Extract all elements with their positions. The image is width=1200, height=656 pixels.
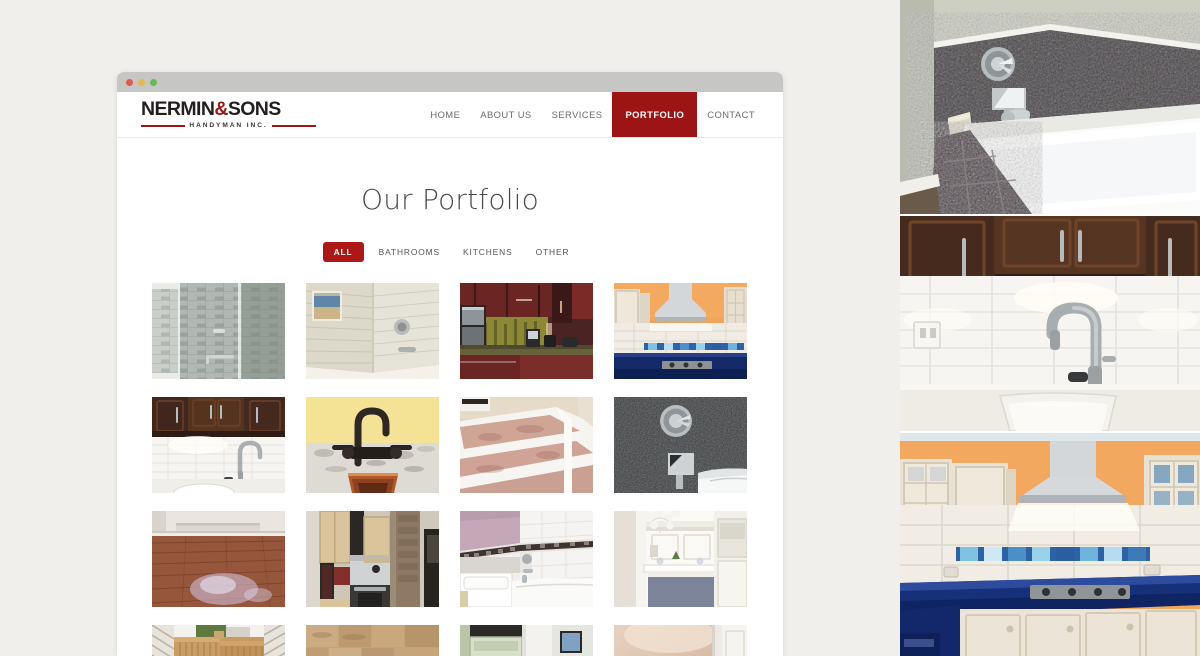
logo-wordmark: NERMIN&SONS bbox=[141, 97, 316, 120]
portfolio-thumb-dark-stone-tub-surround[interactable] bbox=[614, 396, 747, 493]
portfolio-grid bbox=[152, 282, 748, 656]
minimize-window-button[interactable] bbox=[138, 78, 145, 86]
nav-item-contact[interactable]: CONTACT bbox=[697, 92, 765, 137]
thumb-art bbox=[152, 396, 285, 493]
thumb-art bbox=[460, 510, 593, 607]
portfolio-filter-bar: ALL BATHROOMS KITCHENS OTHER bbox=[117, 241, 783, 262]
portfolio-thumb-white-millwork-mantel[interactable] bbox=[614, 510, 747, 607]
portfolio-thumb-orange-wall-kitchen-range-hood[interactable] bbox=[614, 282, 747, 379]
thumb-art bbox=[460, 396, 593, 493]
portfolio-thumb-grey-tile-shower-glass-door[interactable] bbox=[152, 282, 285, 379]
thumb-art bbox=[152, 282, 285, 379]
thumb-art bbox=[460, 282, 593, 379]
portfolio-thumb-modern-light-wood-kitchen[interactable] bbox=[306, 510, 439, 607]
portfolio-thumb-green-bathroom-pedestal-sink[interactable] bbox=[460, 624, 593, 656]
portfolio-thumb-wooden-fence-gate[interactable] bbox=[152, 624, 285, 656]
logo-word-sons: SONS bbox=[227, 97, 281, 120]
screenshot-stage: NERMIN&SONS HANDYMAN INC. HOME ABOUT US … bbox=[0, 0, 1200, 656]
thumb-art bbox=[614, 282, 747, 379]
photo-art bbox=[900, 0, 1200, 214]
nav-item-services[interactable]: SERVICES bbox=[542, 92, 613, 137]
thumb-art bbox=[306, 624, 439, 656]
right-photo-panel bbox=[900, 0, 1200, 656]
thumb-art bbox=[614, 510, 747, 607]
photo-art bbox=[900, 433, 1200, 656]
thumb-art bbox=[306, 282, 439, 379]
maximize-window-button[interactable] bbox=[150, 78, 157, 86]
browser-viewport: NERMIN&SONS HANDYMAN INC. HOME ABOUT US … bbox=[117, 92, 783, 656]
portfolio-thumb-hardwood-floor-room[interactable] bbox=[152, 510, 285, 607]
portfolio-thumb-travertine-shower-wall[interactable] bbox=[306, 624, 439, 656]
logo-word-nermin: NERMIN bbox=[141, 97, 215, 120]
logo-subtitle-row: HANDYMAN INC. bbox=[141, 122, 316, 129]
logo-rule-left bbox=[141, 124, 186, 127]
page-body: Our Portfolio ALL BATHROOMS KITCHENS OTH… bbox=[117, 138, 783, 656]
thumb-art bbox=[306, 396, 439, 493]
portfolio-thumb-cherry-cabinet-kitchen[interactable] bbox=[460, 282, 593, 379]
nav-item-about-us[interactable]: ABOUT US bbox=[470, 92, 541, 137]
site-logo[interactable]: NERMIN&SONS HANDYMAN INC. bbox=[117, 92, 316, 137]
logo-rule-right bbox=[271, 124, 316, 127]
portfolio-thumb-tiled-stairs-white-trim[interactable] bbox=[460, 396, 593, 493]
browser-window: NERMIN&SONS HANDYMAN INC. HOME ABOUT US … bbox=[117, 72, 783, 656]
site-header: NERMIN&SONS HANDYMAN INC. HOME ABOUT US … bbox=[117, 92, 783, 138]
photo-cream-kitchen-blue-counter-glass-stripe bbox=[900, 431, 1200, 656]
photo-art bbox=[900, 216, 1200, 431]
filter-bathrooms[interactable]: BATHROOMS bbox=[371, 242, 448, 262]
thumb-art bbox=[614, 624, 747, 656]
close-window-button[interactable] bbox=[126, 78, 133, 86]
page-title: Our Portfolio bbox=[361, 182, 539, 216]
thumb-art bbox=[614, 396, 747, 493]
portfolio-thumb-beige-wall-white-door[interactable] bbox=[614, 624, 747, 656]
photo-dark-cabinet-kitchen-sink-subway-tile bbox=[900, 214, 1200, 431]
browser-titlebar bbox=[117, 72, 783, 92]
main-navigation: HOME ABOUT US SERVICES PORTFOLIO CONTACT bbox=[420, 92, 783, 137]
thumb-art bbox=[306, 510, 439, 607]
portfolio-thumb-dark-cabinets-subway-backsplash[interactable] bbox=[152, 396, 285, 493]
photo-white-bathtub-dark-stone-surround bbox=[900, 0, 1200, 214]
portfolio-thumb-cream-tile-shower-niche[interactable] bbox=[306, 282, 439, 379]
filter-all[interactable]: ALL bbox=[322, 241, 364, 262]
portfolio-thumb-copper-sink-bronze-faucet[interactable] bbox=[306, 396, 439, 493]
logo-ampersand: & bbox=[214, 97, 228, 120]
portfolio-thumb-mosaic-border-bathroom-tub[interactable] bbox=[460, 510, 593, 607]
thumb-art bbox=[152, 510, 285, 607]
filter-other[interactable]: OTHER bbox=[528, 242, 578, 262]
filter-kitchens[interactable]: KITCHENS bbox=[455, 242, 521, 262]
thumb-art bbox=[460, 624, 593, 656]
nav-item-home[interactable]: HOME bbox=[420, 92, 470, 137]
logo-subtitle: HANDYMAN INC. bbox=[189, 122, 268, 130]
thumb-art bbox=[152, 624, 285, 656]
nav-item-portfolio[interactable]: PORTFOLIO bbox=[612, 92, 698, 137]
